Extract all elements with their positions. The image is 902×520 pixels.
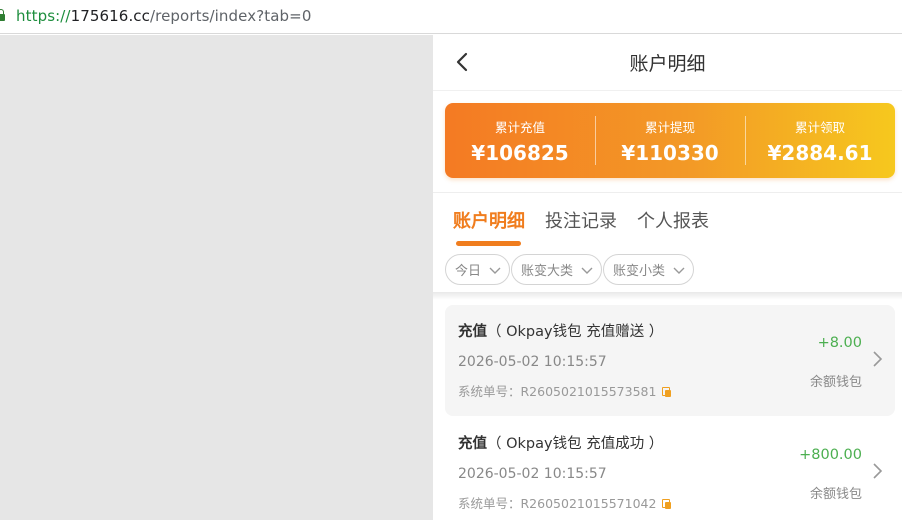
stat-value: ¥106825 (471, 140, 569, 165)
url-text[interactable]: https://175616.cc/reports/index?tab=0 (16, 7, 311, 25)
tab-bet-records[interactable]: 投注记录 (545, 207, 617, 247)
page-background (0, 35, 433, 520)
record-amount: +800.00 (799, 447, 862, 463)
stat-value: ¥2884.61 (767, 140, 873, 165)
record-wallet: 余额钱包 (809, 487, 862, 502)
filter-label: 账变大类 (521, 264, 574, 279)
nav-header: 账户明细 (433, 35, 902, 91)
tab-personal-report[interactable]: 个人报表 (637, 207, 709, 247)
tab-bar: 账户明细 投注记录 个人报表 (453, 207, 709, 247)
filter-label: 今日 (455, 264, 482, 279)
record-time: 2026-05-02 10:15:57 (458, 354, 607, 370)
stat-total-withdrawal: 累计提现 ¥110330 (595, 103, 745, 178)
order-text: 系统单号：R2605021015571042 (458, 496, 657, 511)
filter-category-dropdown[interactable]: 账变大类 (511, 254, 603, 285)
record-title: 充值（ Okpay钱包 充值赠送 ） (458, 320, 663, 341)
filter-date-dropdown[interactable]: 今日 (445, 254, 511, 285)
address-bar[interactable]: https://175616.cc/reports/index?tab=0 (0, 0, 902, 34)
filter-bar: 今日 账变大类 账变小类 (445, 254, 695, 285)
list-item[interactable]: 充值（ Okpay钱包 充值成功 ） 2026-05-02 10:15:57 系… (445, 417, 895, 520)
chevron-down-icon (489, 267, 501, 274)
copy-icon[interactable] (662, 387, 672, 397)
record-detail: （ Okpay钱包 充值赠送 ） (487, 324, 664, 340)
record-wallet: 余额钱包 (809, 375, 862, 390)
record-title: 充值（ Okpay钱包 充值成功 ） (458, 432, 663, 453)
filter-label: 账变小类 (613, 264, 666, 279)
url-path: /reports/index?tab=0 (150, 7, 312, 25)
record-order-number: 系统单号：R2605021015571042 (458, 493, 672, 512)
stat-total-claimed: 累计领取 ¥2884.61 (745, 103, 895, 178)
stat-label: 累计充值 (494, 119, 545, 135)
record-kind: 充值 (458, 324, 487, 340)
stat-value: ¥110330 (621, 140, 719, 165)
mobile-panel: 账户明细 累计充值 ¥106825 累计提现 ¥110330 累计领取 ¥288… (433, 35, 902, 520)
list-top-shadow (433, 292, 902, 300)
filter-subcategory-dropdown[interactable]: 账变小类 (603, 254, 695, 285)
record-amount: +8.00 (817, 335, 862, 351)
lock-icon (0, 9, 6, 21)
chevron-down-icon (673, 267, 685, 274)
list-item[interactable]: 充值（ Okpay钱包 充值赠送 ） 2026-05-02 10:15:57 系… (445, 305, 895, 416)
record-time: 2026-05-02 10:15:57 (458, 466, 607, 482)
page-title: 账户明细 (629, 53, 706, 75)
stat-label: 累计领取 (794, 119, 845, 135)
tab-account-details[interactable]: 账户明细 (453, 207, 525, 247)
chevron-right-icon (873, 463, 883, 479)
chevron-right-icon (873, 351, 883, 367)
record-detail: （ Okpay钱包 充值成功 ） (487, 436, 664, 452)
stat-label: 累计提现 (644, 119, 695, 135)
copy-icon[interactable] (662, 499, 672, 509)
stat-total-deposit: 累计充值 ¥106825 (445, 103, 595, 178)
url-scheme: https:// (16, 7, 71, 25)
summary-card: 累计充值 ¥106825 累计提现 ¥110330 累计领取 ¥2884.61 (445, 103, 895, 178)
section-divider (433, 192, 902, 193)
record-order-number: 系统单号：R2605021015573581 (458, 381, 672, 400)
record-kind: 充值 (458, 436, 487, 452)
order-text: 系统单号：R2605021015573581 (458, 384, 657, 399)
url-host: 175616.cc (70, 7, 151, 25)
chevron-down-icon (581, 267, 593, 274)
